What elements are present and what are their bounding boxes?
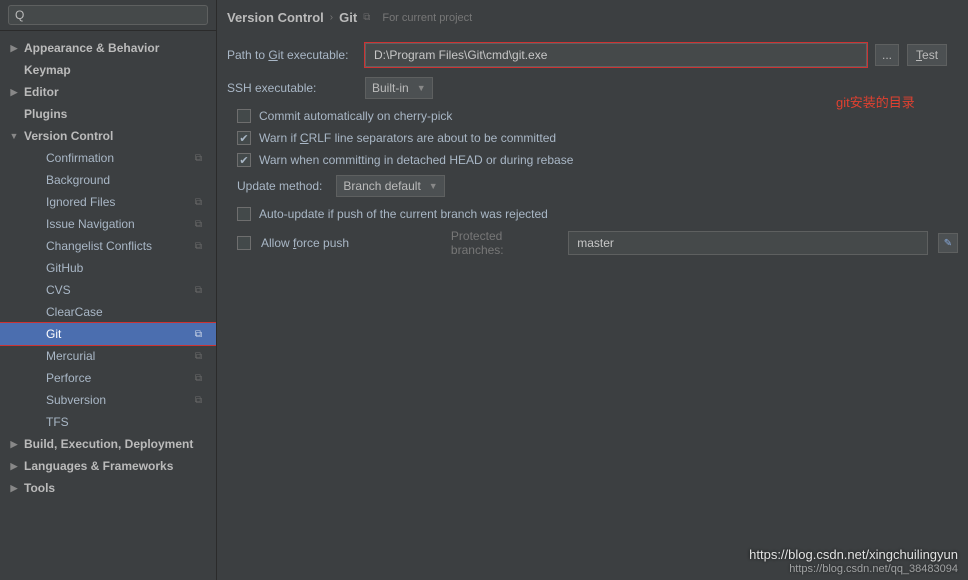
sidebar-item-issue-navigation[interactable]: Issue Navigation⧉ [0, 213, 216, 235]
caret-down-icon: ▼ [429, 181, 438, 191]
watermark-line1: https://blog.csdn.net/xingchuilingyun [749, 547, 958, 563]
sidebar-item-plugins[interactable]: Plugins [0, 103, 216, 125]
sidebar-item-editor[interactable]: Editor [0, 81, 216, 103]
breadcrumb-current: Git [339, 10, 357, 25]
search-input[interactable] [8, 5, 208, 25]
checkbox-icon[interactable] [237, 109, 251, 123]
protected-label: Protected branches: [451, 229, 558, 257]
auto-update-row[interactable]: Auto-update if push of the current branc… [237, 207, 958, 221]
chevron-right-icon: › [330, 12, 333, 23]
project-scope-icon: ⧉ [195, 219, 202, 230]
caret-down-icon: ▼ [417, 83, 426, 93]
commit-auto-label: Commit automatically on cherry-pick [259, 109, 452, 123]
project-scope-icon: ⧉ [195, 395, 202, 406]
arrow-icon [8, 87, 20, 98]
sidebar-item-clearcase[interactable]: ClearCase [0, 301, 216, 323]
watermark: https://blog.csdn.net/xingchuilingyun ht… [749, 547, 958, 576]
browse-button[interactable]: ... [875, 44, 899, 66]
checkbox-icon[interactable] [237, 207, 251, 221]
project-scope-icon: ⧉ [195, 329, 202, 340]
sidebar-item-mercurial[interactable]: Mercurial⧉ [0, 345, 216, 367]
warn-crlf-row[interactable]: Warn if CRLF line separators are about t… [237, 131, 958, 145]
update-value: Branch default [343, 179, 420, 193]
ssh-value: Built-in [372, 81, 409, 95]
path-label: Path to Git executable: [227, 48, 357, 62]
project-scope-icon: ⧉ [195, 197, 202, 208]
project-scope-icon: ⧉ [195, 285, 202, 296]
warn-detached-label: Warn when committing in detached HEAD or… [259, 153, 573, 167]
project-scope-icon: ⧉ [363, 12, 370, 23]
main-panel: Version Control › Git ⧉ For current proj… [217, 0, 968, 580]
checkbox-icon[interactable] [237, 236, 251, 250]
settings-tree: Appearance & Behavior Keymap Editor Plug… [0, 31, 216, 505]
sidebar-item-git[interactable]: Git⧉ [0, 323, 216, 345]
ssh-label: SSH executable: [227, 81, 357, 95]
arrow-icon [8, 483, 20, 494]
sidebar-item-tools[interactable]: Tools [0, 477, 216, 499]
checkbox-checked-icon[interactable] [237, 153, 251, 167]
test-button[interactable]: Test [907, 44, 947, 66]
search-box [0, 0, 216, 31]
settings-sidebar: Appearance & Behavior Keymap Editor Plug… [0, 0, 217, 580]
arrow-icon [8, 461, 20, 472]
breadcrumb: Version Control › Git ⧉ For current proj… [227, 10, 958, 25]
sidebar-item-confirmation[interactable]: Confirmation⧉ [0, 147, 216, 169]
warn-crlf-label: Warn if CRLF line separators are about t… [259, 131, 556, 145]
checkbox-checked-icon[interactable] [237, 131, 251, 145]
project-scope-icon: ⧉ [195, 373, 202, 384]
annotation: git安装的目录 [836, 92, 915, 111]
breadcrumb-parent[interactable]: Version Control [227, 10, 324, 25]
sidebar-item-appearance[interactable]: Appearance & Behavior [0, 37, 216, 59]
breadcrumb-hint: For current project [382, 12, 472, 24]
sidebar-item-changelist[interactable]: Changelist Conflicts⧉ [0, 235, 216, 257]
ssh-combo[interactable]: Built-in ▼ [365, 77, 433, 99]
sidebar-item-background[interactable]: Background [0, 169, 216, 191]
sidebar-item-cvs[interactable]: CVS⧉ [0, 279, 216, 301]
arrow-icon [8, 131, 20, 141]
watermark-line2: https://blog.csdn.net/qq_38483094 [749, 563, 958, 576]
path-highlight [365, 43, 867, 67]
sidebar-item-perforce[interactable]: Perforce⧉ [0, 367, 216, 389]
sidebar-item-version-control[interactable]: Version Control [0, 125, 216, 147]
sidebar-item-ignored[interactable]: Ignored Files⧉ [0, 191, 216, 213]
commit-auto-row[interactable]: Commit automatically on cherry-pick [237, 109, 958, 123]
sidebar-item-github[interactable]: GitHub [0, 257, 216, 279]
update-label: Update method: [237, 179, 322, 193]
sidebar-item-tfs[interactable]: TFS [0, 411, 216, 433]
sidebar-item-languages[interactable]: Languages & Frameworks [0, 455, 216, 477]
arrow-icon [8, 439, 20, 450]
protected-branches-input[interactable] [568, 231, 928, 255]
project-scope-icon: ⧉ [195, 351, 202, 362]
sidebar-item-keymap[interactable]: Keymap [0, 59, 216, 81]
sidebar-item-subversion[interactable]: Subversion⧉ [0, 389, 216, 411]
warn-detached-row[interactable]: Warn when committing in detached HEAD or… [237, 153, 958, 167]
expand-icon[interactable]: ✎ [938, 233, 958, 253]
force-push-row: Allow force push Protected branches: ✎ [237, 229, 958, 257]
path-row: Path to Git executable: ... Test [227, 43, 958, 67]
project-scope-icon: ⧉ [195, 153, 202, 164]
allow-force-label: Allow force push [261, 236, 351, 250]
arrow-icon [8, 43, 20, 54]
git-path-input[interactable] [365, 43, 867, 67]
project-scope-icon: ⧉ [195, 241, 202, 252]
sidebar-item-build[interactable]: Build, Execution, Deployment [0, 433, 216, 455]
update-combo[interactable]: Branch default ▼ [336, 175, 444, 197]
auto-update-label: Auto-update if push of the current branc… [259, 207, 548, 221]
update-row: Update method: Branch default ▼ [237, 175, 958, 197]
